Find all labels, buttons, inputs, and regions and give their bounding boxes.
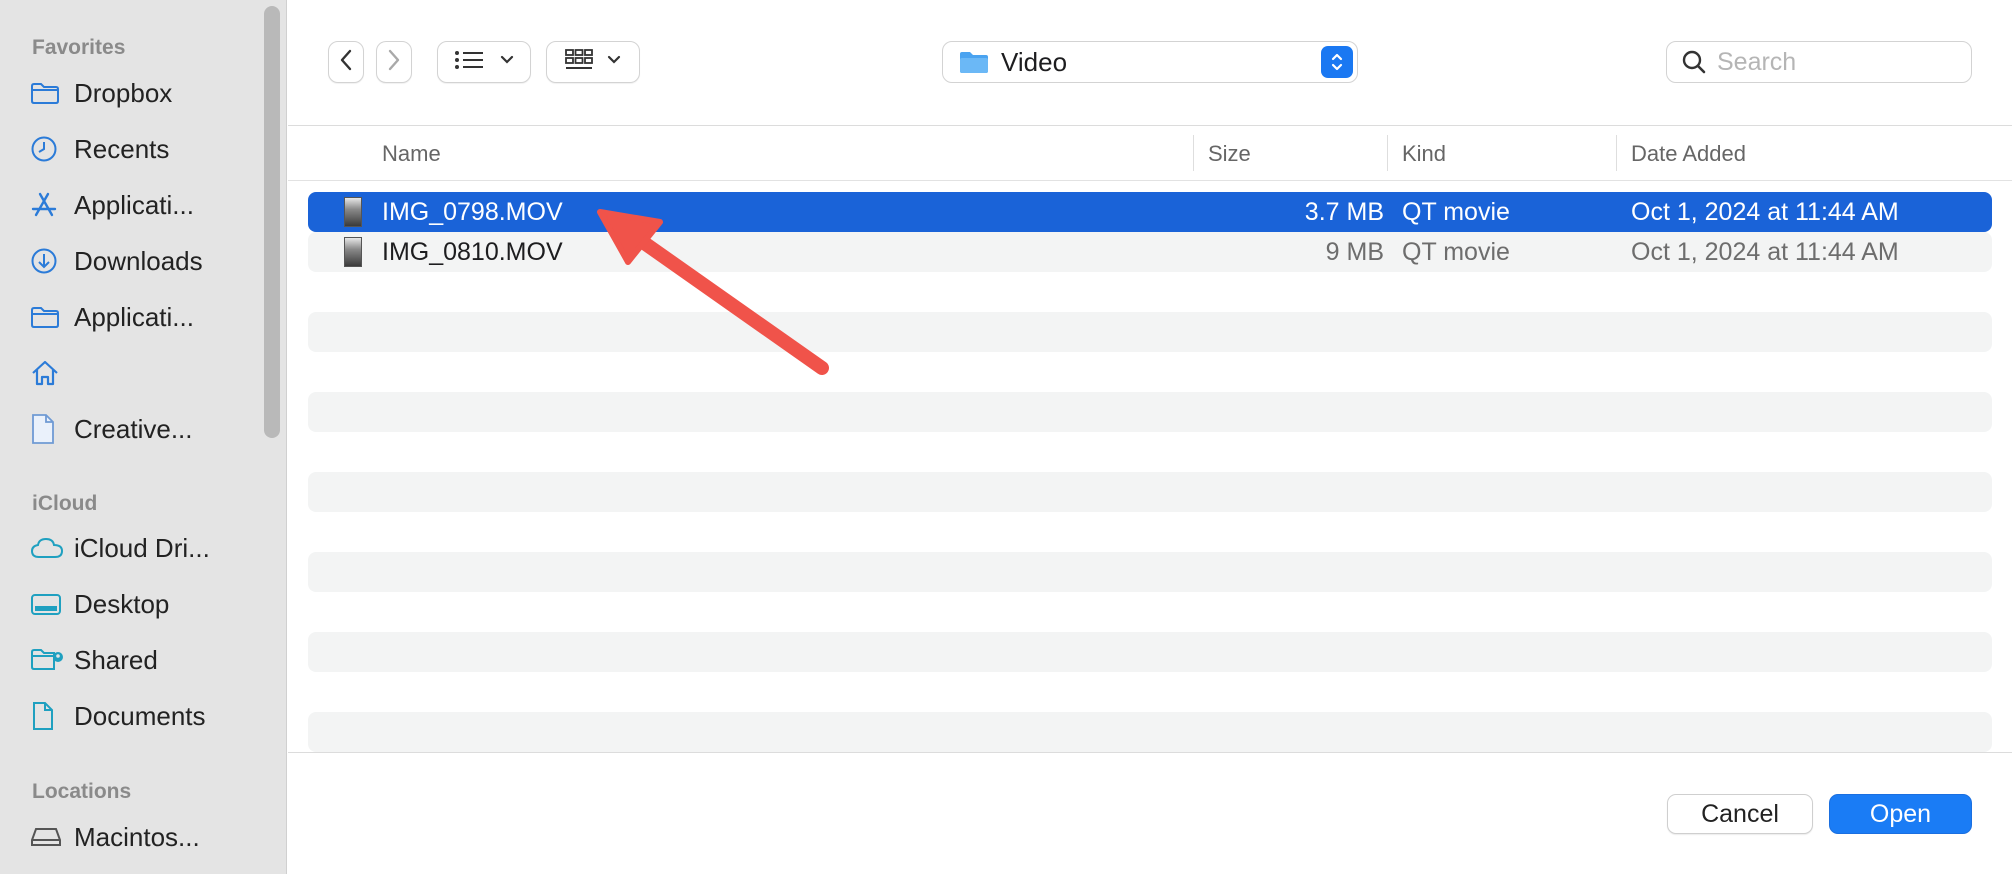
empty-row: [308, 552, 1992, 592]
folder-icon: [959, 49, 989, 75]
shared-folder-icon: [30, 638, 74, 682]
empty-row: [308, 632, 1992, 672]
column-header-kind[interactable]: Kind: [1402, 127, 1446, 181]
document-icon: [30, 694, 74, 738]
file-size: 9 MB: [1325, 237, 1384, 266]
sidebar-item-applications-store[interactable]: Applicati...: [30, 183, 255, 227]
column-header-name[interactable]: Name: [382, 127, 441, 181]
sidebar-heading-icloud: iCloud: [32, 492, 98, 515]
view-mode-list-button[interactable]: [437, 41, 531, 83]
sidebar-item-label: iCloud Dri...: [74, 532, 210, 563]
sidebar-item-recents[interactable]: Recents: [30, 127, 255, 171]
sidebar-item-desktop[interactable]: Desktop: [30, 582, 255, 626]
location-label: Video: [1001, 46, 1068, 77]
sidebar-item-downloads[interactable]: Downloads: [30, 239, 255, 283]
list-view-icon: [453, 49, 487, 76]
sidebar-item-label: Macintos...: [74, 821, 200, 852]
folder-icon: [30, 71, 74, 115]
sidebar-item-label: Applicati...: [74, 189, 194, 220]
column-header-size[interactable]: Size: [1208, 127, 1251, 181]
location-popup[interactable]: Video: [942, 41, 1358, 83]
document-icon: [30, 407, 74, 451]
sidebar-item-documents[interactable]: Documents: [30, 694, 255, 738]
chevron-left-icon: [339, 48, 353, 77]
app-store-icon: [30, 183, 74, 227]
sidebar-item-shared[interactable]: Shared: [30, 638, 255, 682]
chevron-down-icon: [606, 53, 622, 71]
home-icon: [30, 351, 74, 395]
file-row-selected[interactable]: IMG_0798.MOV 3.7 MB QT movie Oct 1, 2024…: [308, 192, 1992, 232]
video-thumbnail-icon: [344, 197, 362, 227]
sidebar-item-dropbox[interactable]: Dropbox: [30, 71, 255, 115]
file-size: 3.7 MB: [1304, 197, 1384, 226]
empty-row: [308, 312, 1992, 352]
sidebar-item-label: Documents: [74, 700, 206, 731]
chevron-right-icon: [387, 48, 401, 77]
sidebar-item-label: Creative...: [74, 413, 193, 444]
sidebar-item-creative[interactable]: Creative...: [30, 407, 255, 451]
file-date-added: Oct 1, 2024 at 11:44 AM: [1631, 197, 1899, 226]
popup-stepper-icon: [1321, 46, 1353, 78]
toolbar: Video: [288, 0, 2012, 126]
column-divider[interactable]: [1616, 135, 1617, 171]
empty-row: [308, 392, 1992, 432]
sidebar-item-macintosh-hd[interactable]: Macintos...: [30, 815, 255, 859]
sidebar-heading-locations: Locations: [32, 780, 132, 803]
column-header-date-added[interactable]: Date Added: [1631, 127, 1746, 181]
sidebar-item-label: Dropbox: [74, 77, 173, 108]
folder-icon: [30, 295, 74, 339]
file-kind: QT movie: [1402, 237, 1510, 266]
file-kind: QT movie: [1402, 197, 1510, 226]
cancel-button[interactable]: Cancel: [1667, 794, 1813, 834]
sidebar-item-home[interactable]: [30, 351, 255, 395]
column-divider[interactable]: [1387, 135, 1388, 171]
sidebar-scrollbar[interactable]: [264, 6, 280, 438]
group-view-button[interactable]: [546, 41, 640, 83]
empty-row: [308, 712, 1992, 752]
back-button[interactable]: [328, 41, 364, 83]
disk-icon: [30, 815, 74, 859]
column-divider[interactable]: [1193, 135, 1194, 171]
sidebar: Favorites Dropbox Recents Applicati... D…: [0, 0, 287, 874]
sidebar-heading-favorites: Favorites: [32, 36, 126, 59]
search-icon: [1681, 49, 1707, 75]
cloud-icon: [30, 526, 74, 570]
clock-icon: [30, 127, 74, 171]
sidebar-item-applications[interactable]: Applicati...: [30, 295, 255, 339]
file-row[interactable]: IMG_0810.MOV 9 MB QT movie Oct 1, 2024 a…: [308, 232, 1992, 272]
sidebar-item-label: Recents: [74, 133, 170, 164]
column-header-row: Name Size Kind Date Added: [288, 127, 2012, 181]
desktop-icon: [30, 582, 74, 626]
grid-view-icon: [564, 48, 594, 77]
sidebar-item-label: Applicati...: [74, 301, 194, 332]
file-name: IMG_0798.MOV: [382, 197, 563, 226]
search-field[interactable]: [1666, 41, 1972, 83]
forward-button[interactable]: [376, 41, 412, 83]
sidebar-item-label: Downloads: [74, 245, 203, 276]
download-icon: [30, 239, 74, 283]
sidebar-item-label: Desktop: [74, 588, 170, 619]
empty-row: [308, 472, 1992, 512]
file-name: IMG_0810.MOV: [382, 237, 563, 266]
sidebar-item-label: Shared: [74, 644, 158, 675]
chevron-down-icon: [499, 53, 515, 71]
open-button[interactable]: Open: [1829, 794, 1972, 834]
video-thumbnail-icon: [344, 237, 362, 267]
file-date-added: Oct 1, 2024 at 11:44 AM: [1631, 237, 1899, 266]
sidebar-item-icloud-drive[interactable]: iCloud Dri...: [30, 526, 255, 570]
search-input[interactable]: [1717, 47, 1957, 77]
